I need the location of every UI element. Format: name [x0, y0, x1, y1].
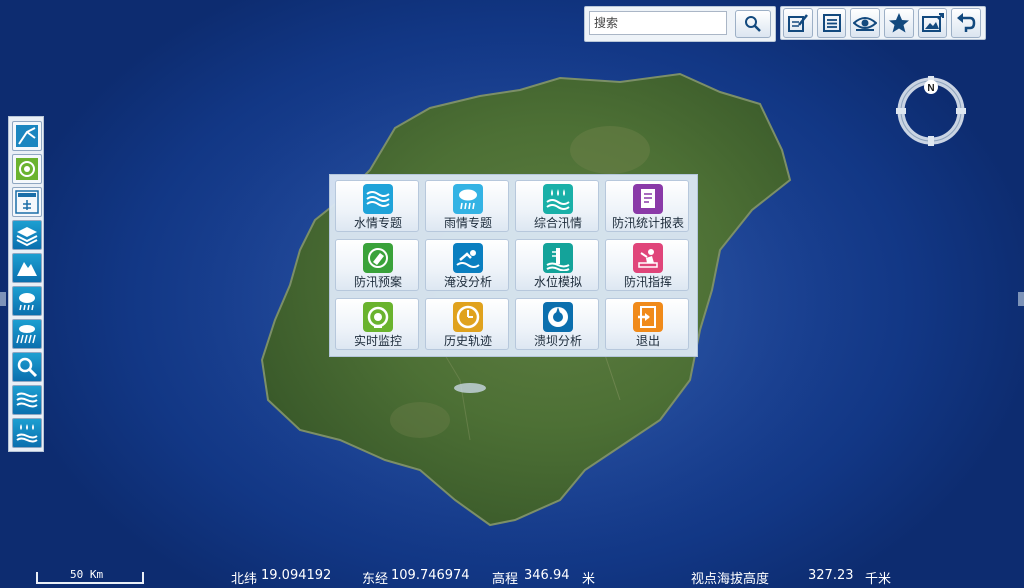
- waves-icon: [16, 392, 38, 408]
- menu-item-label: 防汛预案: [353, 275, 402, 289]
- water-level-icon: [543, 243, 573, 273]
- menu-item-rain-regime[interactable]: 雨情专题: [425, 180, 509, 232]
- menu-item-exit[interactable]: 退出: [605, 298, 689, 350]
- compass[interactable]: N: [894, 74, 968, 148]
- mountain-icon: [17, 262, 37, 276]
- menu-item-dam-break-analysis[interactable]: 溃坝分析: [515, 298, 599, 350]
- cloud-rain-icon: [453, 184, 483, 214]
- menu-item-label: 实时监控: [353, 334, 402, 348]
- image-export-icon: [921, 13, 944, 32]
- water-drops-icon: [16, 424, 38, 443]
- tool-water-regime[interactable]: [12, 385, 42, 415]
- plan-icon: [363, 243, 393, 273]
- menu-item-label: 水位模拟: [533, 275, 582, 289]
- menu-item-label: 综合汛情: [533, 216, 582, 230]
- menu-item-label: 防汛统计报表: [611, 216, 684, 230]
- water-drops-icon: [543, 184, 573, 214]
- layers-icon: [16, 227, 38, 247]
- list-button[interactable]: [816, 8, 847, 38]
- menu-item-label: 溃坝分析: [533, 334, 582, 348]
- dam-icon: [543, 302, 573, 332]
- menu-item-label: 历史轨迹: [443, 334, 492, 348]
- left-edge-handle[interactable]: [0, 292, 6, 306]
- edit-icon: [787, 14, 808, 32]
- swimmer-icon: [453, 243, 483, 273]
- magnifier-icon: [17, 357, 38, 378]
- undo-icon: [957, 13, 976, 32]
- tool-layers[interactable]: [12, 220, 42, 250]
- right-edge-handle[interactable]: [1018, 292, 1024, 306]
- list-icon: [822, 14, 841, 32]
- export-image-button[interactable]: [917, 8, 948, 38]
- menu-item-label: 淹没分析: [443, 275, 492, 289]
- report-icon: [633, 184, 663, 214]
- tool-water-station[interactable]: [12, 187, 42, 217]
- menu-item-label: 退出: [635, 334, 660, 348]
- search-button[interactable]: [735, 10, 771, 38]
- view-altitude-value: 327.23: [808, 568, 854, 583]
- menu-item-label: 雨情专题: [443, 216, 492, 230]
- menu-item-history-track[interactable]: 历史轨迹: [425, 298, 509, 350]
- eye-icon: [853, 17, 878, 31]
- tool-rain-lines[interactable]: [12, 319, 42, 349]
- star-icon: [888, 13, 909, 33]
- menu-item-label: 水情专题: [353, 216, 402, 230]
- menu-item-flood-plan[interactable]: 防汛预案: [335, 239, 419, 291]
- search-icon: [745, 16, 761, 32]
- menu-item-water-regime[interactable]: 水情专题: [335, 180, 419, 232]
- tool-rain[interactable]: [12, 286, 42, 316]
- main-menu: 水情专题 雨情专题 综合汛情 防汛统计报表 防汛预案 淹没分析 水位模拟 防汛指…: [329, 174, 698, 357]
- left-tool-panel: [8, 116, 44, 452]
- monitor-eye-icon: [16, 158, 38, 180]
- clock-icon: [453, 302, 483, 332]
- elevation-label: 高程: [492, 572, 519, 587]
- waves-icon: [363, 184, 393, 214]
- status-bar: 北纬 19.094192 东经 109.746974 高程 346.94 米 视…: [0, 566, 1024, 588]
- search-box: [584, 6, 776, 42]
- tool-zoom-search[interactable]: [12, 352, 42, 382]
- view-altitude-unit: 千米: [865, 572, 892, 587]
- menu-item-inundation-analysis[interactable]: 淹没分析: [425, 239, 509, 291]
- monitor-eye-icon: [363, 302, 393, 332]
- search-input[interactable]: [589, 11, 727, 35]
- latitude-value: 19.094192: [261, 568, 332, 583]
- edit-button[interactable]: [783, 8, 813, 38]
- longitude-value: 109.746974: [391, 568, 470, 583]
- water-station-icon: [15, 190, 39, 214]
- menu-item-statistics-report[interactable]: 防汛统计报表: [605, 180, 689, 232]
- menu-item-comprehensive-flood[interactable]: 综合汛情: [515, 180, 599, 232]
- exit-icon: [633, 302, 663, 332]
- tool-rain-line[interactable]: [12, 121, 42, 151]
- favorite-button[interactable]: [884, 8, 914, 38]
- cloud-rain-icon: [19, 293, 35, 311]
- rain-line-icon: [16, 125, 38, 147]
- menu-item-realtime-monitoring[interactable]: 实时监控: [335, 298, 419, 350]
- menu-item-flood-command[interactable]: 防汛指挥: [605, 239, 689, 291]
- elevation-value: 346.94: [524, 568, 570, 583]
- tool-flood-status[interactable]: [12, 418, 42, 448]
- elevation-unit: 米: [582, 572, 596, 587]
- compass-north-label: N: [927, 83, 934, 94]
- tool-terrain[interactable]: [12, 253, 42, 283]
- menu-item-water-level-simulation[interactable]: 水位模拟: [515, 239, 599, 291]
- longitude-label: 东经: [362, 572, 389, 587]
- view-button[interactable]: [850, 8, 881, 38]
- menu-item-label: 防汛指挥: [623, 275, 672, 289]
- undo-button[interactable]: [951, 8, 982, 38]
- rain-lines-icon: [16, 325, 36, 344]
- latitude-label: 北纬: [231, 572, 258, 587]
- tool-monitor[interactable]: [12, 154, 42, 184]
- view-altitude-label: 视点海拔高度: [691, 572, 770, 587]
- command-icon: [633, 243, 663, 273]
- toolbar: [780, 6, 986, 40]
